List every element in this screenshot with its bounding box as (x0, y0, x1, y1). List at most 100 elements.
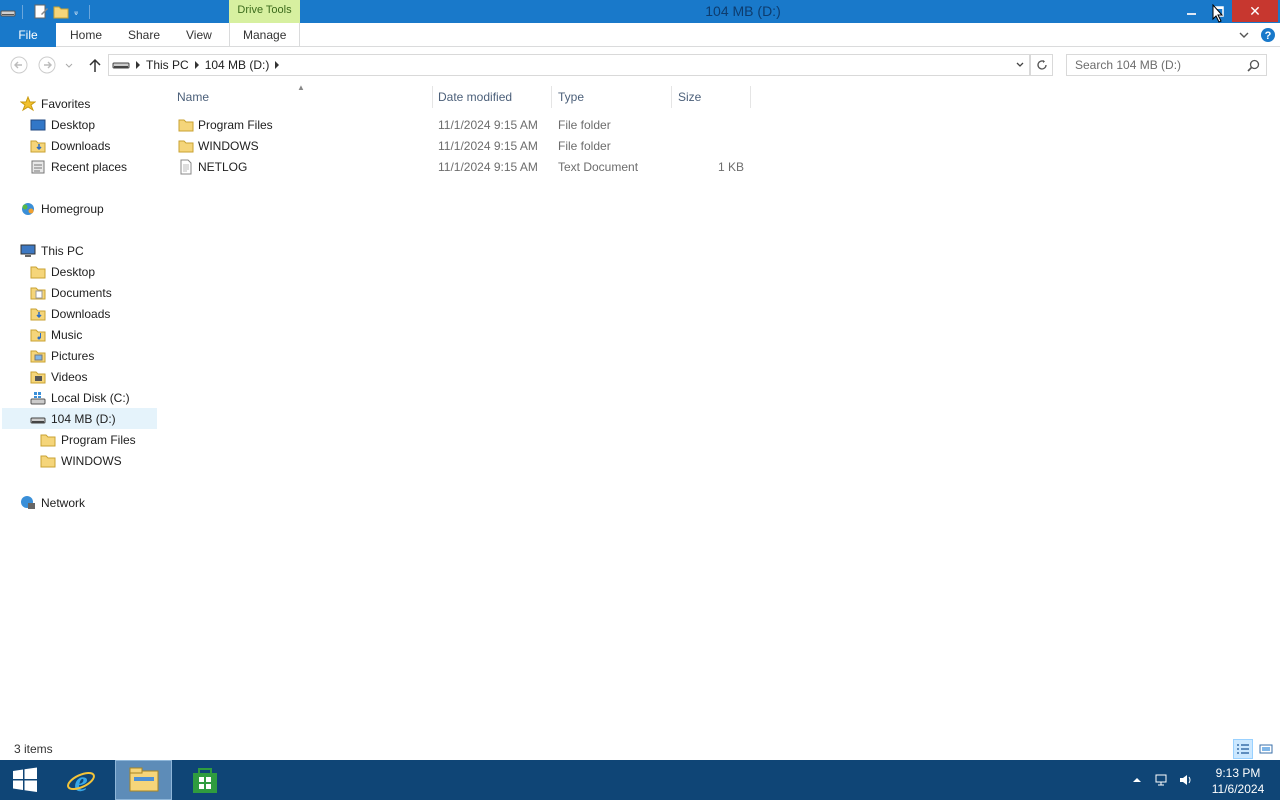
close-button[interactable]: ✕ (1232, 0, 1278, 22)
window-title: 104 MB (D:) (705, 3, 781, 19)
nav-pc-local-disk-c[interactable]: Local Disk (C:) (30, 387, 130, 408)
recent-locations-button[interactable] (62, 55, 76, 75)
nav-item-label: Desktop (51, 264, 96, 279)
windows-logo-icon (13, 767, 37, 792)
back-button[interactable] (9, 55, 29, 75)
address-bar[interactable]: This PC 104 MB (D:) (108, 54, 1030, 76)
column-divider[interactable] (750, 86, 751, 108)
file-size: 1 KB (717, 160, 744, 174)
windows-drive-icon (30, 391, 46, 404)
text-file-icon (180, 159, 192, 175)
address-dropdown-button[interactable] (1011, 54, 1029, 76)
breadcrumb-separator[interactable] (194, 61, 199, 69)
nav-item-label: Pictures (51, 348, 95, 363)
nav-network[interactable]: Network (20, 492, 85, 513)
file-row[interactable]: NETLOG 11/1/2024 9:15 AM Text Document 1… (172, 157, 752, 178)
help-icon[interactable]: ? (1260, 27, 1276, 43)
folder-icon (40, 455, 56, 467)
nav-this-pc[interactable]: This PC (20, 240, 84, 261)
minimize-icon (1186, 13, 1196, 15)
refresh-button[interactable] (1030, 54, 1053, 76)
videos-icon (30, 371, 46, 383)
file-row[interactable]: Program Files 11/1/2024 9:15 AM File fol… (172, 115, 752, 136)
nav-drive-windows[interactable]: WINDOWS (40, 450, 122, 471)
nav-favorites-downloads[interactable]: Downloads (30, 135, 110, 156)
nav-favorites-desktop[interactable]: Desktop (30, 114, 95, 135)
network-status-icon[interactable] (1154, 772, 1170, 788)
title-bar: Drive Tools 104 MB (D:) ✕ (0, 0, 1280, 23)
column-divider[interactable] (671, 86, 672, 108)
nav-pc-documents[interactable]: Documents (30, 282, 112, 303)
forward-button[interactable] (37, 55, 57, 75)
column-header-type[interactable]: Type (558, 86, 584, 108)
large-icons-view-button[interactable] (1256, 739, 1276, 759)
search-placeholder: Search 104 MB (D:) (1075, 58, 1182, 72)
network-icon (21, 495, 35, 509)
tab-file[interactable]: File (0, 23, 56, 47)
nav-item-label: Desktop (51, 117, 96, 132)
nav-pc-pictures[interactable]: Pictures (30, 345, 94, 366)
folder-icon (178, 140, 194, 153)
forward-arrow-icon (38, 56, 56, 74)
expand-ribbon-icon[interactable] (1238, 29, 1250, 41)
taskbar-store[interactable] (181, 760, 229, 800)
taskbar-file-explorer[interactable] (115, 760, 172, 800)
nav-pc-downloads[interactable]: Downloads (30, 303, 110, 324)
file-date: 11/1/2024 9:15 AM (438, 118, 538, 132)
drive-icon (112, 62, 130, 69)
minimize-button[interactable] (1178, 0, 1205, 22)
up-button[interactable] (85, 55, 105, 75)
search-icon (1247, 59, 1260, 72)
details-view-button[interactable] (1233, 739, 1253, 759)
nav-favorites-label: Favorites (41, 96, 91, 111)
sort-ascending-icon: ▲ (297, 83, 305, 92)
breadcrumb-separator[interactable] (275, 61, 280, 69)
start-button[interactable] (0, 760, 50, 800)
store-icon (193, 768, 217, 793)
close-icon: ✕ (1249, 2, 1261, 19)
nav-item-label: Downloads (51, 138, 111, 153)
pictures-icon (30, 350, 46, 362)
nav-item-label: Recent places (51, 159, 128, 174)
file-date: 11/1/2024 9:15 AM (438, 160, 538, 174)
nav-favorites-recent-places[interactable]: Recent places (30, 156, 127, 177)
chevron-down-icon (65, 63, 73, 68)
search-input[interactable]: Search 104 MB (D:) (1066, 54, 1267, 76)
tab-home[interactable]: Home (70, 23, 102, 47)
column-header-size[interactable]: Size (678, 86, 701, 108)
breadcrumb-drive[interactable]: 104 MB (D:) (205, 58, 270, 72)
taskbar-clock[interactable]: 9:13 PM 11/6/2024 (1205, 765, 1271, 797)
file-name: Program Files (198, 118, 273, 132)
file-row[interactable]: WINDOWS 11/1/2024 9:15 AM File folder (172, 136, 752, 157)
nav-drive-program-files[interactable]: Program Files (40, 429, 136, 450)
show-hidden-icons-icon[interactable] (1131, 774, 1143, 786)
column-header-date-modified[interactable]: Date modified (438, 86, 512, 108)
tab-manage[interactable]: Manage (229, 23, 301, 47)
nav-pc-music[interactable]: Music (30, 324, 82, 345)
nav-pc-desktop[interactable]: Desktop (30, 261, 95, 282)
navigation-pane: Favorites Desktop Downloads Recent place… (0, 86, 160, 736)
chevron-down-icon (1016, 62, 1024, 67)
taskbar-internet-explorer[interactable]: e (57, 760, 105, 800)
tab-view[interactable]: View (186, 23, 212, 47)
nav-homegroup[interactable]: Homegroup (20, 198, 104, 219)
nav-homegroup-label: Homegroup (41, 201, 104, 216)
column-divider[interactable] (551, 86, 552, 108)
nav-pc-videos[interactable]: Videos (30, 366, 87, 387)
file-type: Text Document (558, 160, 639, 174)
mouse-cursor-icon (1212, 4, 1224, 23)
breadcrumb-this-pc[interactable]: This PC (146, 58, 189, 72)
file-date: 11/1/2024 9:15 AM (438, 139, 538, 153)
svg-text:?: ? (1265, 30, 1272, 42)
file-type: File folder (558, 139, 611, 153)
column-header-name[interactable]: Name (177, 86, 209, 108)
back-arrow-icon (10, 56, 28, 74)
column-divider[interactable] (432, 86, 433, 108)
tab-share[interactable]: Share (128, 23, 160, 47)
nav-pc-drive-d[interactable]: 104 MB (D:) (2, 408, 157, 429)
breadcrumb-separator[interactable] (136, 61, 140, 69)
drive-icon (30, 417, 46, 423)
status-bar: 3 items (0, 738, 1280, 760)
volume-icon[interactable] (1178, 772, 1194, 788)
nav-favorites[interactable]: Favorites (20, 93, 90, 114)
